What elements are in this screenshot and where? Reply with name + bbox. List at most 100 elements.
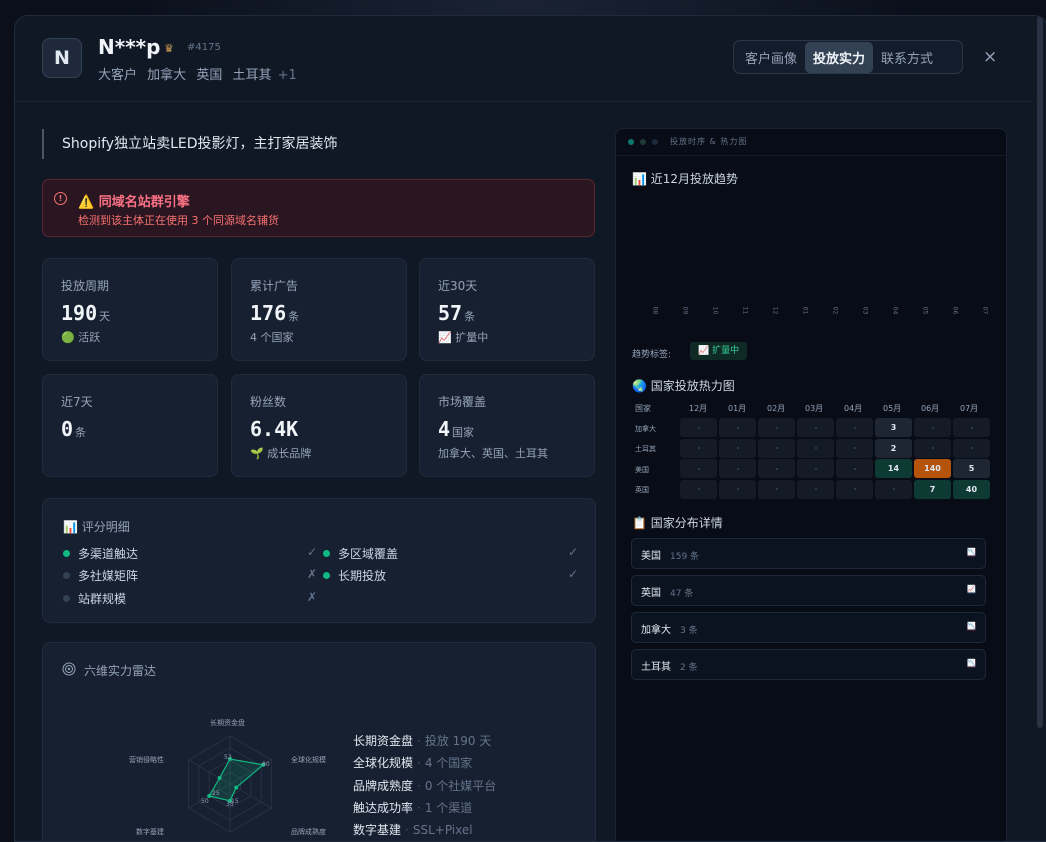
- heatmap-cell[interactable]: 2: [875, 438, 912, 458]
- stat-note: 📈 扩量中: [438, 331, 489, 344]
- heatmap-cell[interactable]: [875, 479, 912, 499]
- stat-value: 176 条: [250, 301, 300, 325]
- heatmap-cell[interactable]: [719, 479, 756, 499]
- radar-axis-label: 全球化规模: [291, 756, 326, 764]
- heatmap-cell[interactable]: [719, 438, 756, 458]
- country-row[interactable]: 美国 159 条 📉: [631, 538, 986, 569]
- heatmap-cell[interactable]: 5: [953, 459, 990, 478]
- tab-profile[interactable]: 客户画像: [737, 42, 805, 73]
- heatmap-cell[interactable]: [836, 459, 873, 478]
- country-row[interactable]: 英国 47 条 📈: [631, 575, 986, 606]
- month-label: 10: [711, 306, 719, 315]
- scrollbar[interactable]: [1037, 16, 1043, 728]
- radar-point: [217, 776, 222, 780]
- heatmap-corner: 国家: [635, 404, 651, 413]
- stat-note: 4 个国家: [250, 331, 294, 344]
- close-icon[interactable]: ×: [983, 47, 997, 67]
- stat-card: 市场覆盖 4 国家 加拿大、英国、土耳其: [419, 374, 595, 477]
- heatmap-cell[interactable]: [758, 459, 795, 478]
- heatmap-cell[interactable]: [719, 418, 756, 437]
- score-title: 📊 评分明细: [63, 520, 130, 534]
- window-dot: [640, 139, 646, 145]
- heatmap-cell[interactable]: [758, 438, 795, 458]
- stat-card: 近30天 57 条 📈 扩量中: [419, 258, 595, 361]
- heatmap-cell[interactable]: [797, 418, 834, 437]
- stat-value: 4 国家: [438, 417, 475, 441]
- heatmap-row-label: 美国: [635, 466, 649, 474]
- radar-axis-label: 长期资金盘: [210, 719, 245, 727]
- tab-ad-strength[interactable]: 投放实力: [805, 41, 874, 73]
- heatmap-col: 06月: [921, 404, 940, 413]
- heatmap-cell[interactable]: [914, 418, 951, 437]
- month-label: 05: [921, 306, 929, 315]
- heatmap-cell[interactable]: [680, 459, 717, 478]
- window-dot: [628, 139, 634, 145]
- heatmap-cell[interactable]: [719, 459, 756, 478]
- heatmap-cell[interactable]: 3: [875, 418, 912, 437]
- heatmap-cell[interactable]: [680, 479, 717, 499]
- radar-axis-label: 营销侵略性: [129, 756, 164, 764]
- heatmap-cell[interactable]: [953, 438, 990, 458]
- heatmap-cell[interactable]: [914, 438, 951, 458]
- country-row[interactable]: 土耳其 2 条 📉: [631, 649, 986, 680]
- trend-up-icon: 📈: [967, 585, 976, 594]
- month-label: 01: [801, 306, 809, 315]
- stat-value: 0条: [61, 417, 87, 441]
- criterion-item: 长期投放: [323, 567, 386, 584]
- heatmap-cell[interactable]: [797, 438, 834, 458]
- country-count: 159 条: [670, 552, 700, 562]
- radar-legend-row: 长期资金盘 · 投放 190 天: [353, 734, 492, 748]
- criterion-item: 多区域覆盖: [323, 545, 398, 562]
- heatmap-cell[interactable]: [836, 479, 873, 499]
- check-icon: ✓: [307, 545, 318, 559]
- heatmap-col: 07月: [960, 404, 979, 413]
- stat-card: 粉丝数 6.4K 🌱 成长品牌: [231, 374, 407, 477]
- heatmap-cell[interactable]: 40: [953, 479, 990, 499]
- heatmap-cell[interactable]: [758, 418, 795, 437]
- radar-value-label: 35: [226, 801, 234, 808]
- more-tags[interactable]: +1: [278, 68, 297, 83]
- radar-value-label: 80: [262, 761, 270, 768]
- heatmap-cell[interactable]: 140: [914, 459, 951, 478]
- country-name: 土耳其: [641, 662, 671, 673]
- heatmap-cell[interactable]: [836, 438, 873, 458]
- country-name: 英国: [641, 588, 661, 599]
- heatmap-cell[interactable]: [758, 479, 795, 499]
- crown-icon: ♛: [164, 42, 174, 55]
- country-count: 47 条: [670, 589, 694, 599]
- heatmap-col: 04月: [844, 404, 863, 413]
- heatmap-cell[interactable]: [797, 479, 834, 499]
- stat-value: 190 天: [61, 301, 111, 325]
- modal-header: N N***p ♛ #4175 大客户 加拿大 英国 土耳其 +1 客户画像 投…: [15, 16, 1033, 102]
- heatmap-cell[interactable]: [680, 418, 717, 437]
- stat-value: 57 条: [438, 301, 476, 325]
- score-panel: 📊 评分明细 多渠道触达 ✓ 多区域覆盖 ✓ 多社媒矩阵 ✗ 长期投放 ✓ 站群…: [42, 498, 596, 623]
- month-label: 06: [951, 306, 959, 315]
- stat-label: 投放周期: [61, 279, 110, 293]
- heatmap-cell[interactable]: [836, 418, 873, 437]
- terminal-title: 投放时序 & 热力图: [670, 137, 748, 146]
- customer-tags: 大客户 加拿大 英国 土耳其 +1: [98, 64, 303, 83]
- stat-note: 🟢 活跃: [61, 331, 101, 344]
- heatmap-cell[interactable]: [680, 438, 717, 458]
- radar-chart: [188, 735, 272, 833]
- tag: 大客户: [98, 68, 138, 83]
- stat-note: 加拿大、英国、土耳其: [438, 447, 548, 460]
- tab-contact[interactable]: 联系方式: [873, 42, 941, 73]
- business-description: Shopify独立站卖LED投影灯，主打家居装饰: [42, 129, 338, 159]
- heatmap-cell[interactable]: 14: [875, 459, 912, 478]
- country-row[interactable]: 加拿大 3 条 📉: [631, 612, 986, 643]
- stat-card: 近7天 0条: [42, 374, 218, 477]
- tag: 土耳其: [232, 68, 272, 83]
- radar-legend-row: 数字基建 · SSL+Pixel: [353, 823, 473, 837]
- trend-down-icon: 📉: [967, 622, 976, 631]
- month-label: 11: [741, 306, 749, 315]
- country-count: 3 条: [680, 626, 698, 636]
- customer-id: #4175: [187, 42, 221, 53]
- radar-point: [234, 785, 239, 790]
- heatmap-cell[interactable]: [797, 459, 834, 478]
- heatmap-cell[interactable]: 7: [914, 479, 951, 499]
- heatmap-cell[interactable]: [953, 418, 990, 437]
- radar-value-label: 25: [212, 790, 220, 797]
- criterion-item: 站群规模: [63, 590, 126, 607]
